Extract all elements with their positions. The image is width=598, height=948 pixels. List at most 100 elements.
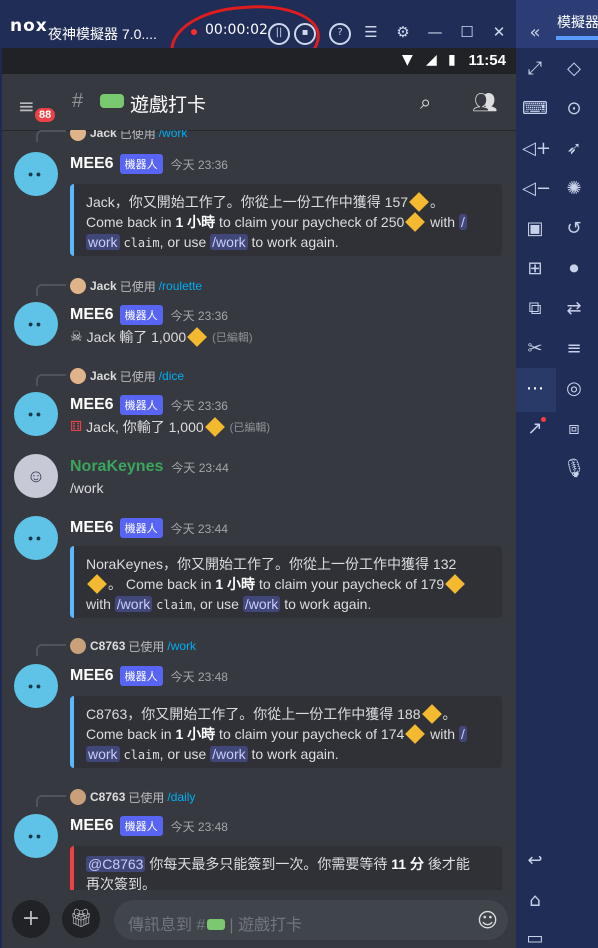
microphone-icon[interactable]: 🎙︎ bbox=[561, 456, 587, 482]
members-icon[interactable]: 👥︎ bbox=[472, 90, 497, 114]
gamepad-icon bbox=[207, 919, 226, 930]
screenshot-icon[interactable]: ◎ bbox=[561, 376, 587, 402]
reply-command[interactable]: /roulette bbox=[159, 279, 202, 293]
more-menu-icon[interactable]: ≡ bbox=[561, 336, 587, 362]
add-attachment-icon[interactable]: + bbox=[12, 900, 50, 938]
reply-preview[interactable]: Jack 已使用 /work bbox=[70, 130, 187, 142]
reply-connector bbox=[36, 795, 66, 807]
author-name[interactable]: MEE6 bbox=[70, 155, 114, 173]
multi-instance-icon[interactable]: ⧉ bbox=[522, 296, 548, 322]
reply-command[interactable]: /work bbox=[159, 130, 188, 140]
embed-bold: 1 小時 bbox=[215, 576, 256, 592]
reply-preview[interactable]: Jack 已使用 /roulette bbox=[70, 277, 202, 295]
bot-tag: 機器人 bbox=[119, 816, 163, 836]
reply-command[interactable]: /work bbox=[167, 639, 196, 653]
coin-icon bbox=[204, 417, 225, 437]
edited-label: (已編輯) bbox=[229, 422, 270, 434]
reply-preview[interactable]: Jack 已使用 /dice bbox=[70, 367, 184, 385]
message-text: Jack 輸了 1,000 bbox=[86, 329, 187, 345]
rocket-icon[interactable]: ➶ bbox=[561, 136, 587, 162]
timestamp: 今天 23:36 bbox=[170, 308, 228, 323]
sync-icon[interactable]: ⇄ bbox=[561, 296, 587, 322]
video-record-icon[interactable]: ⏺ bbox=[561, 256, 587, 282]
home-icon[interactable]: ⌂ bbox=[522, 888, 548, 914]
maximize-icon[interactable]: ☐ bbox=[456, 22, 478, 44]
keyboard-icon[interactable]: ⌨ bbox=[522, 96, 548, 122]
command-mention[interactable]: / bbox=[458, 726, 467, 742]
avatar[interactable]: •• bbox=[14, 302, 58, 346]
timestamp: 今天 23:36 bbox=[170, 398, 228, 413]
embed-text: 。 bbox=[442, 706, 457, 722]
search-icon[interactable]: ⌕ bbox=[420, 90, 431, 114]
embed-text: C8763，你又開始工作了。你從上一份工作中獲得 188 bbox=[86, 706, 421, 722]
command-mention[interactable]: work bbox=[86, 234, 120, 250]
avatar[interactable]: •• bbox=[14, 392, 58, 436]
command-arg: claim bbox=[156, 598, 193, 612]
author-name[interactable]: MEE6 bbox=[70, 817, 114, 835]
dice-icon: ⚅ bbox=[70, 419, 83, 435]
gamepad-icon bbox=[100, 94, 124, 108]
embed-text: to claim your paycheck of 174 bbox=[215, 726, 405, 742]
command-mention[interactable]: /work bbox=[210, 234, 248, 250]
message-input[interactable]: 傳訊息到 # | 遊戲打卡 ☺ bbox=[114, 900, 508, 940]
avatar[interactable]: •• bbox=[14, 664, 58, 708]
reply-command[interactable]: /dice bbox=[159, 369, 184, 383]
emulator-title-bar: nox 夜神模擬器 7.0.... 00:00:02 || ▪ ? ☰ ⚙ — … bbox=[0, 0, 516, 82]
embed-text: to claim your paycheck of 179 bbox=[255, 576, 445, 592]
author-name[interactable]: MEE6 bbox=[70, 519, 114, 537]
command-mention[interactable]: /work bbox=[242, 596, 281, 612]
screen-icon[interactable]: ▣ bbox=[522, 216, 548, 242]
reply-user: Jack bbox=[90, 130, 117, 140]
emoji-icon[interactable]: ☺ bbox=[477, 908, 498, 932]
status-bar: ▼ ◢ ▮ 11:54 bbox=[2, 48, 516, 74]
macro-record-icon[interactable]: ↺ bbox=[561, 216, 587, 242]
back-icon[interactable]: ↩ bbox=[522, 848, 548, 874]
gift-icon[interactable]: 🎁︎ bbox=[62, 900, 100, 938]
reply-preview[interactable]: C8763 已使用 /daily bbox=[70, 788, 195, 806]
location-icon[interactable]: ⊙ bbox=[561, 96, 587, 122]
command-mention[interactable]: /work bbox=[114, 596, 153, 612]
collapse-sidebar-icon[interactable]: « bbox=[522, 20, 548, 46]
command-mention[interactable]: work bbox=[86, 746, 120, 762]
fullscreen-icon[interactable]: ⤢ bbox=[522, 56, 548, 82]
reply-user: Jack bbox=[90, 369, 117, 383]
timestamp: 今天 23:48 bbox=[170, 819, 228, 834]
author-name[interactable]: MEE6 bbox=[70, 306, 114, 324]
embed-text: 你每天最多只能簽到一次。你需要等待 bbox=[145, 856, 392, 872]
reply-command[interactable]: /daily bbox=[167, 790, 195, 804]
menu-icon[interactable]: ☰ bbox=[360, 22, 382, 44]
channel-header: ≡ 88 # 遊戲打卡 ⌕ 👥︎ bbox=[2, 74, 516, 130]
volume-up-icon[interactable]: ◁+ bbox=[522, 136, 551, 162]
author-name[interactable]: MEE6 bbox=[70, 667, 114, 685]
author-name[interactable]: NoraKeynes bbox=[70, 458, 163, 476]
volume-down-icon[interactable]: ◁− bbox=[522, 176, 551, 202]
timestamp: 今天 23:48 bbox=[170, 669, 228, 684]
avatar[interactable]: •• bbox=[14, 516, 58, 560]
command-mention[interactable]: / bbox=[458, 214, 467, 230]
avatar[interactable]: •• bbox=[14, 814, 58, 858]
user-mention[interactable]: @C8763 bbox=[86, 856, 146, 872]
placeholder-prefix: 傳訊息到 # bbox=[128, 917, 206, 934]
avatar[interactable]: ☺ bbox=[14, 454, 58, 498]
scissors-icon[interactable]: ✂ bbox=[522, 336, 548, 362]
emulator-window: nox 夜神模擬器 7.0.... 00:00:02 || ▪ ? ☰ ⚙ — … bbox=[0, 0, 598, 948]
minimize-icon[interactable]: — bbox=[424, 22, 446, 44]
multi-window-icon[interactable]: ⧈ bbox=[561, 416, 587, 442]
reply-preview[interactable]: C8763 已使用 /work bbox=[70, 637, 196, 655]
loading-icon[interactable]: ✺ bbox=[561, 176, 587, 202]
coin-icon bbox=[405, 212, 426, 232]
recent-apps-icon[interactable]: ▭ bbox=[522, 926, 548, 948]
avatar bbox=[70, 638, 86, 654]
embed: NoraKeynes，你又開始工作了。你從上一份工作中獲得 132 。 Come… bbox=[70, 546, 502, 618]
gear-icon[interactable]: ⚙ bbox=[392, 22, 414, 44]
author-name[interactable]: MEE6 bbox=[70, 396, 114, 414]
command-mention[interactable]: /work bbox=[210, 746, 248, 762]
apk-install-icon[interactable]: ⊞ bbox=[522, 256, 548, 282]
rotate-icon[interactable]: ◇ bbox=[561, 56, 587, 82]
reply-connector bbox=[36, 374, 66, 386]
avatar[interactable]: •• bbox=[14, 152, 58, 196]
close-icon[interactable]: ✕ bbox=[488, 22, 510, 44]
more-dots-icon[interactable]: ⋯ bbox=[522, 376, 548, 402]
message-list[interactable]: Jack 已使用 /work •• MEE6 機器人 今天 23:36 Jack… bbox=[2, 130, 516, 890]
help-icon[interactable]: ? bbox=[329, 23, 351, 45]
